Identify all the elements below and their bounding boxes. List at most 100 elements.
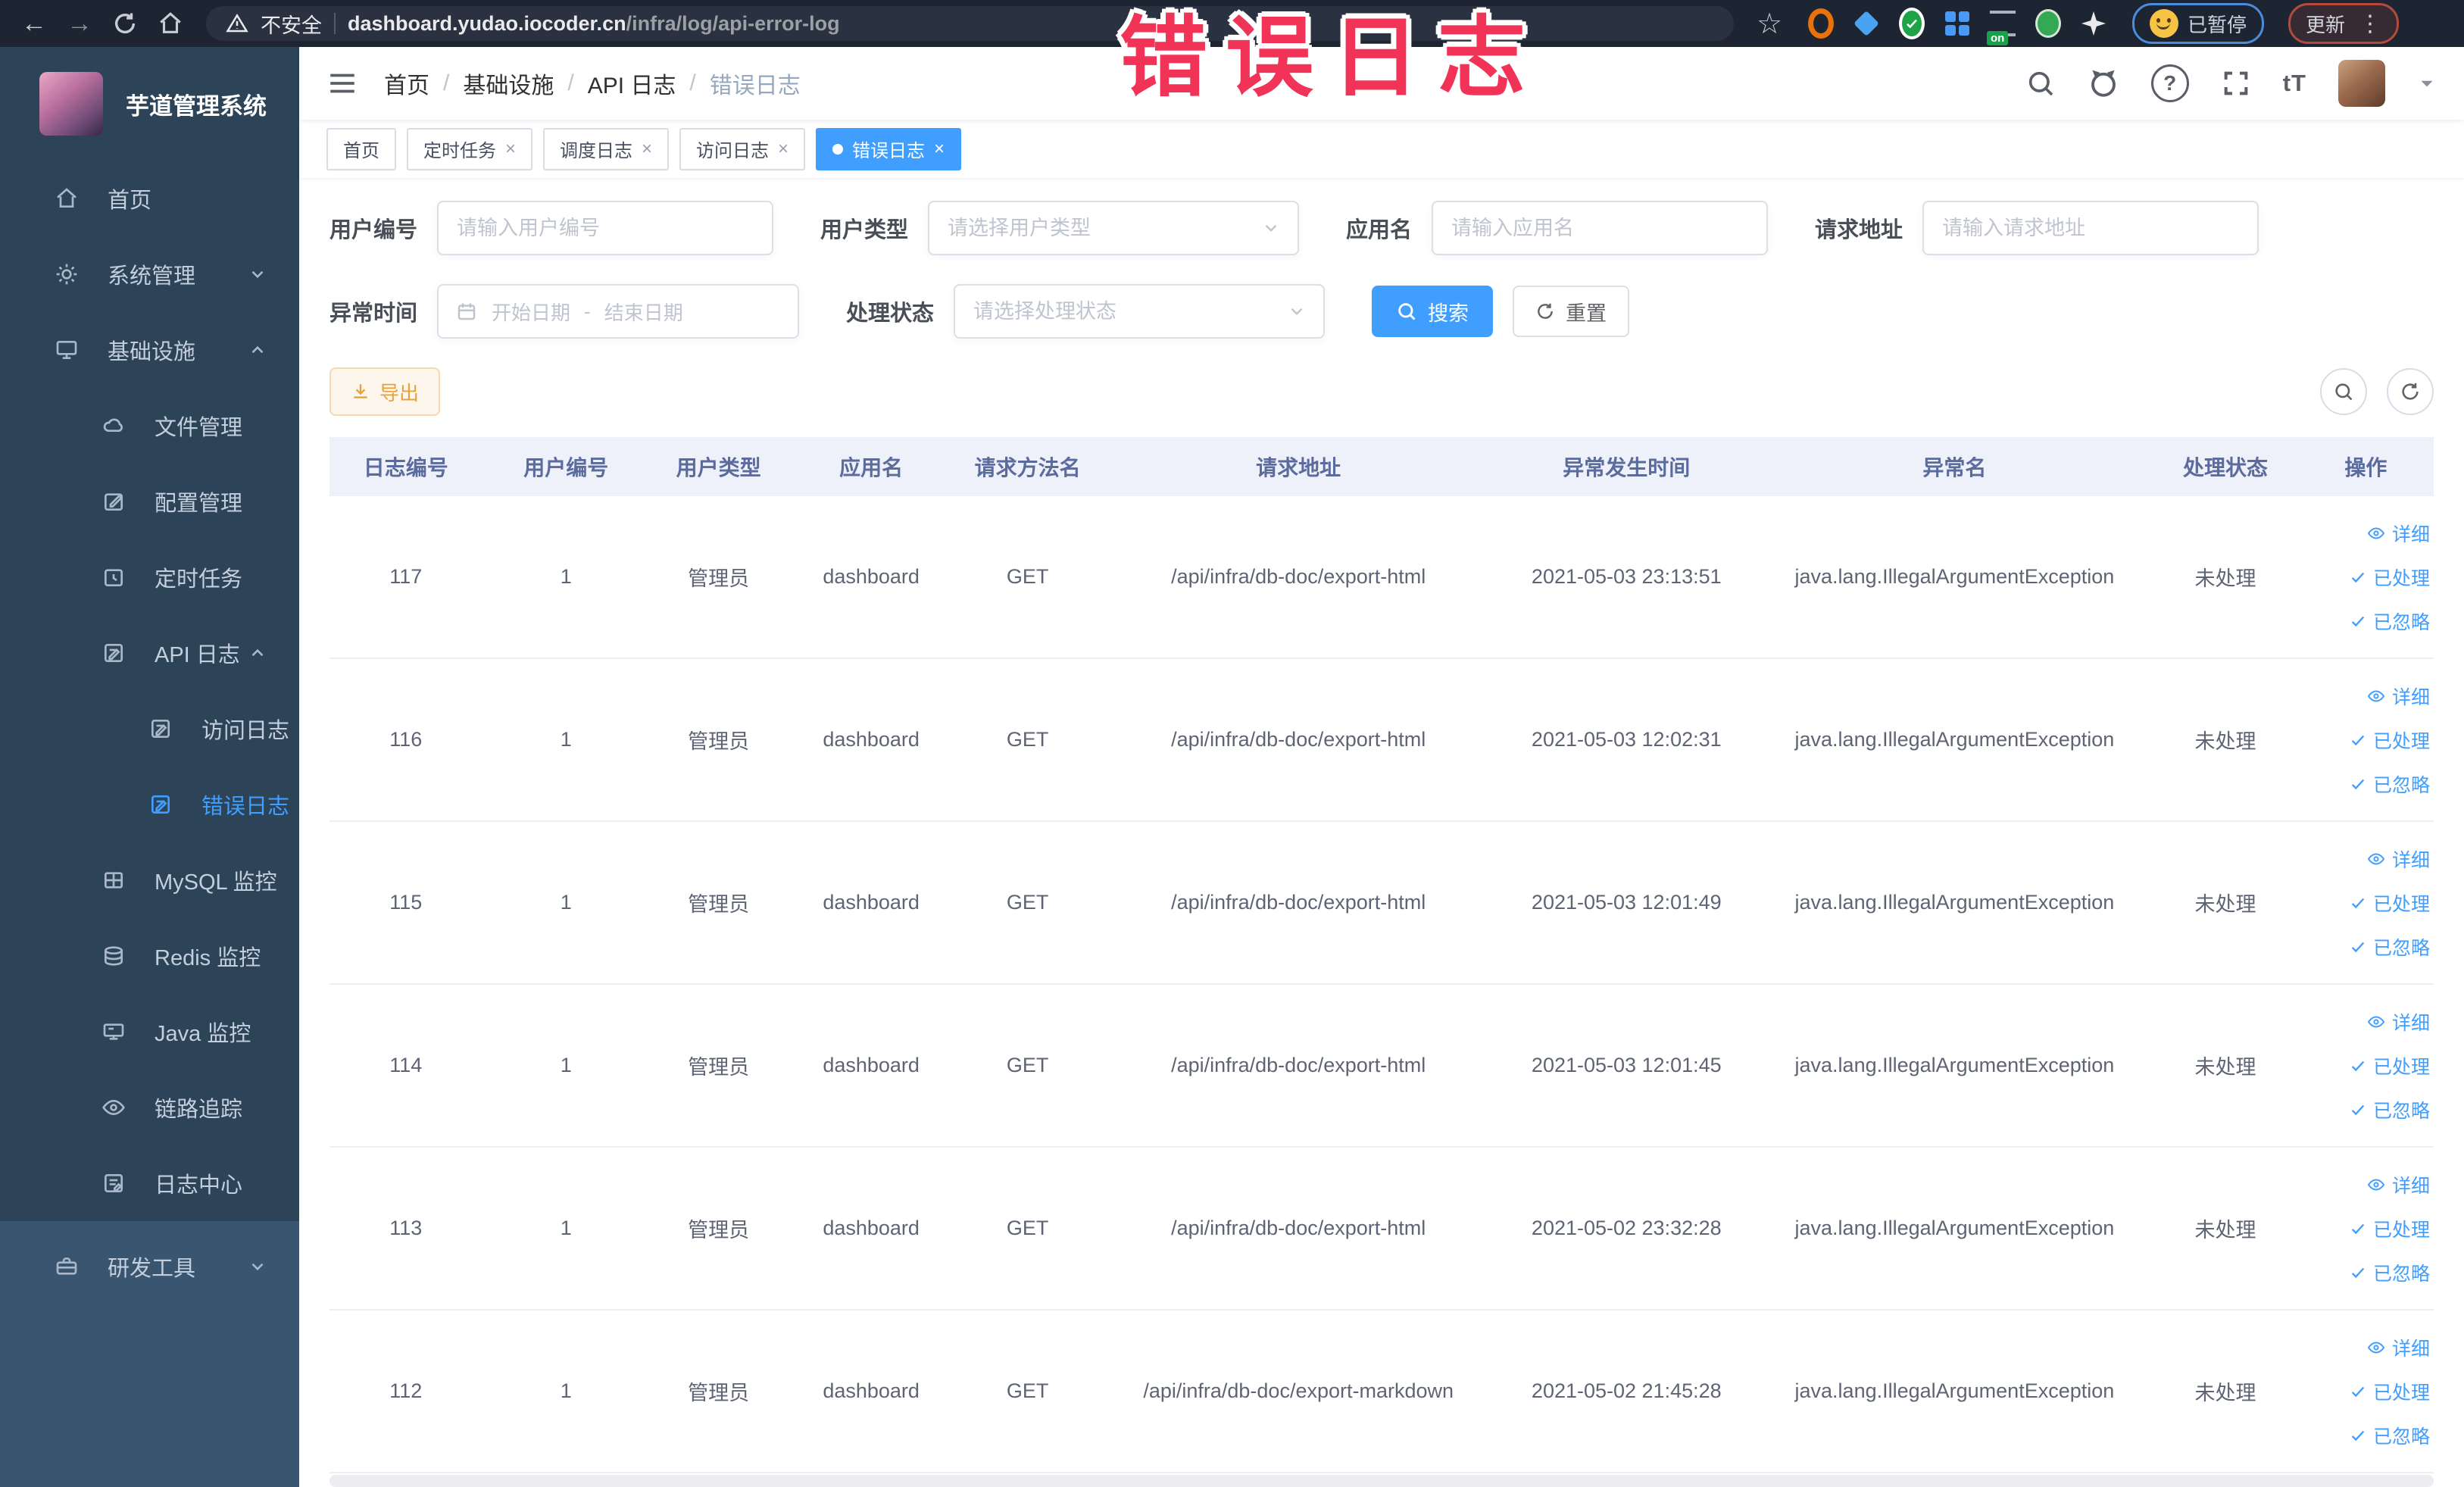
- help-icon[interactable]: ?: [2150, 64, 2189, 102]
- sidebar-item-redis-monitor[interactable]: Redis 监控: [0, 918, 299, 994]
- table-row: 116 1 管理员 dashboard GET /api/infra/db-do…: [329, 658, 2434, 822]
- detail-link-label: 详细: [2391, 686, 2430, 708]
- detail-link[interactable]: 详细: [2367, 1334, 2430, 1361]
- sidebar-item-trace[interactable]: 链路追踪: [0, 1070, 299, 1145]
- start-date-placeholder[interactable]: 开始日期: [492, 298, 570, 326]
- page-content: 用户编号 用户类型 应用名 请求地址: [299, 178, 2464, 1487]
- user-type-select[interactable]: [928, 201, 1300, 255]
- detail-link[interactable]: 详细: [2367, 683, 2430, 710]
- ignored-link[interactable]: 已忽略: [2350, 608, 2430, 635]
- cell-app-name: dashboard: [787, 496, 955, 659]
- fullscreen-icon[interactable]: [2221, 68, 2251, 98]
- extension-icon-blue-kite[interactable]: [1853, 11, 1879, 36]
- page-url[interactable]: dashboard.yudao.iocoder.cn/infra/log/api…: [348, 12, 840, 36]
- table-row: 113 1 管理员 dashboard GET /api/infra/db-do…: [329, 1147, 2434, 1310]
- cell-request-url: /api/infra/db-doc/export-html: [1100, 496, 1497, 659]
- sidebar-item-error-log[interactable]: 错误日志: [0, 767, 299, 842]
- processed-link[interactable]: 已处理: [2350, 1215, 2430, 1242]
- sidebar-item-java-monitor[interactable]: Java 监控: [0, 994, 299, 1070]
- profile-chip[interactable]: 已暂停: [2132, 3, 2265, 44]
- sidebar-fold-icon[interactable]: [326, 67, 358, 99]
- search-button[interactable]: 搜索: [1372, 286, 1494, 337]
- browser-home-icon[interactable]: [150, 3, 191, 44]
- end-date-placeholder[interactable]: 结束日期: [604, 298, 683, 326]
- ignored-link[interactable]: 已忽略: [2350, 1422, 2430, 1449]
- export-button[interactable]: 导出: [329, 367, 441, 416]
- ignored-link-label: 已忽略: [2372, 937, 2430, 959]
- reset-button[interactable]: 重置: [1513, 286, 1630, 337]
- sidebar-item-api-log[interactable]: API 日志: [0, 615, 299, 691]
- toggle-search-button[interactable]: [2320, 368, 2367, 415]
- download-icon: [351, 382, 370, 401]
- extension-icon-blue-grid[interactable]: [1944, 11, 1970, 36]
- avatar[interactable]: [2338, 60, 2385, 107]
- extension-icon-onetab[interactable]: on: [1987, 11, 2016, 45]
- tab-error-log[interactable]: 错误日志 ×: [816, 127, 962, 170]
- github-icon[interactable]: [2088, 67, 2119, 99]
- sidebar-item-file-management[interactable]: 文件管理: [0, 388, 299, 464]
- breadcrumb-separator: /: [443, 70, 450, 95]
- processed-link[interactable]: 已处理: [2350, 564, 2430, 591]
- sidebar-item-log-center[interactable]: 日志中心: [0, 1145, 299, 1221]
- breadcrumb-item[interactable]: API 日志: [588, 67, 676, 100]
- font-size-icon[interactable]: tT: [2283, 70, 2306, 97]
- browser-back-icon[interactable]: ←: [14, 3, 55, 44]
- tab-schedule-log[interactable]: 调度日志 ×: [543, 127, 670, 170]
- sidebar-item-config-management[interactable]: 配置管理: [0, 464, 299, 539]
- sidebar-item-mysql-monitor[interactable]: MySQL 监控: [0, 842, 299, 918]
- browser-reload-icon[interactable]: [105, 3, 145, 44]
- detail-link[interactable]: 详细: [2367, 1008, 2430, 1036]
- caret-down-icon[interactable]: [2417, 73, 2437, 93]
- processed-link[interactable]: 已处理: [2350, 1052, 2430, 1079]
- app-logo[interactable]: 芋道管理系统: [0, 47, 299, 161]
- column-header: 操作: [2297, 437, 2434, 496]
- user-id-input[interactable]: [437, 201, 774, 255]
- breadcrumb-item[interactable]: 首页: [384, 67, 429, 100]
- sidebar-item-scheduled-tasks[interactable]: 定时任务: [0, 539, 299, 615]
- ignored-link[interactable]: 已忽略: [2350, 933, 2430, 961]
- close-icon[interactable]: ×: [778, 139, 789, 158]
- sidebar-item-system-management[interactable]: 系统管理: [0, 236, 299, 312]
- search-button-label: 搜索: [1428, 301, 1469, 325]
- tab-scheduled-tasks[interactable]: 定时任务 ×: [407, 127, 533, 170]
- tab-home[interactable]: 首页: [326, 127, 396, 170]
- close-icon[interactable]: ×: [505, 139, 516, 158]
- extension-icon-green-check[interactable]: [1899, 8, 1925, 39]
- security-label[interactable]: 不安全: [261, 9, 322, 39]
- processed-link[interactable]: 已处理: [2350, 1378, 2430, 1405]
- app-name-input[interactable]: [1432, 201, 1769, 255]
- browser-menu-icon[interactable]: ⋮: [2359, 11, 2381, 37]
- ignored-link[interactable]: 已忽略: [2350, 1259, 2430, 1286]
- detail-link[interactable]: 详细: [2367, 1171, 2430, 1198]
- ignored-link[interactable]: 已忽略: [2350, 1096, 2430, 1123]
- extension-icon-green-sprout[interactable]: [2035, 9, 2061, 38]
- sidebar-item-home[interactable]: 首页: [0, 161, 299, 236]
- tab-access-log[interactable]: 访问日志 ×: [679, 127, 806, 170]
- tab-label: 首页: [343, 141, 379, 161]
- update-chip[interactable]: 更新 ⋮: [2288, 3, 2400, 44]
- extension-icon-orange[interactable]: [1808, 8, 1834, 39]
- close-icon[interactable]: ×: [642, 139, 652, 158]
- request-url-input[interactable]: [1922, 201, 2259, 255]
- refresh-table-button[interactable]: [2387, 368, 2434, 415]
- sidebar-item-access-log[interactable]: 访问日志: [0, 691, 299, 767]
- extensions-puzzle-icon[interactable]: [2081, 11, 2106, 36]
- column-header: 用户类型: [650, 437, 788, 496]
- ignored-link[interactable]: 已忽略: [2350, 770, 2430, 798]
- breadcrumb-item[interactable]: 基础设施: [463, 67, 554, 100]
- exception-time-range-picker[interactable]: 开始日期 - 结束日期: [437, 284, 800, 339]
- bookmark-star-icon[interactable]: ☆: [1749, 3, 1790, 44]
- close-icon[interactable]: ×: [934, 139, 945, 158]
- process-status-select[interactable]: [954, 284, 1326, 339]
- search-icon[interactable]: [2025, 68, 2056, 98]
- sidebar-item-infrastructure[interactable]: 基础设施: [0, 312, 299, 388]
- detail-link[interactable]: 详细: [2367, 845, 2430, 873]
- detail-link[interactable]: 详细: [2367, 520, 2430, 547]
- browser-forward-icon[interactable]: →: [59, 3, 100, 44]
- processed-link[interactable]: 已处理: [2350, 726, 2430, 754]
- horizontal-scrollbar[interactable]: [329, 1475, 2434, 1487]
- cell-user-type: 管理员: [650, 821, 788, 985]
- processed-link[interactable]: 已处理: [2350, 889, 2430, 917]
- sidebar-item-dev-tools[interactable]: 研发工具: [0, 1229, 299, 1304]
- monitor-icon: [55, 338, 82, 362]
